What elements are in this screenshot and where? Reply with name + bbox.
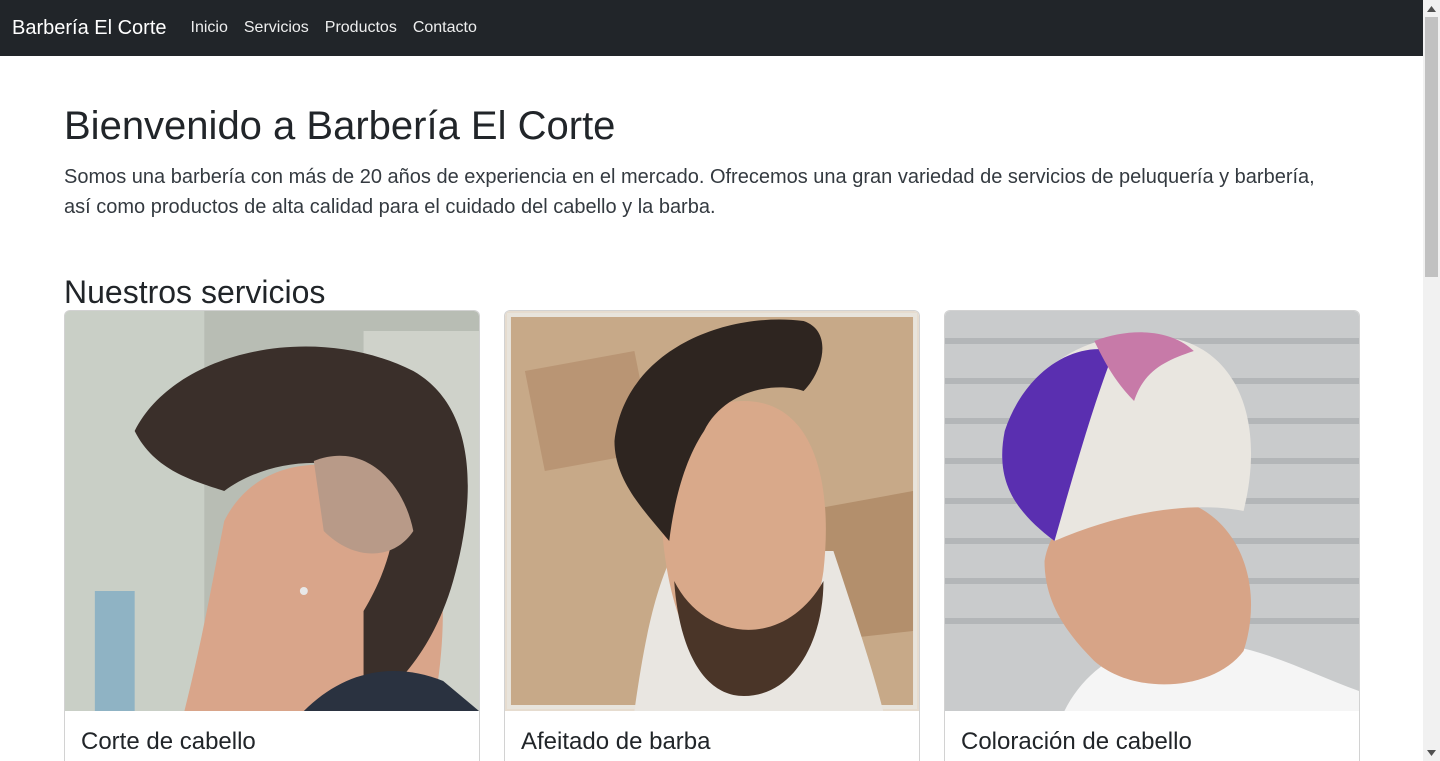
nav-link-inicio[interactable]: Inicio xyxy=(191,19,228,37)
beard-shave-image xyxy=(505,311,919,711)
navbar: Barbería El Corte Inicio Servicios Produ… xyxy=(0,0,1423,56)
main-container: Bienvenido a Barbería El Corte Somos una… xyxy=(64,56,1360,761)
service-card-title: Corte de cabello xyxy=(81,728,256,755)
scrollbar-thumb[interactable] xyxy=(1425,17,1438,277)
vertical-scrollbar[interactable] xyxy=(1423,0,1440,761)
services-heading: Nuestros servicios xyxy=(64,274,326,310)
nav-link-productos[interactable]: Productos xyxy=(325,19,397,37)
service-card-title: Afeitado de barba xyxy=(521,728,711,755)
brand-link[interactable]: Barbería El Corte xyxy=(12,17,167,40)
services-cards: Corte de cabello Afeitado de barba Color… xyxy=(64,310,1360,761)
service-card-beard-shave: Afeitado de barba xyxy=(504,310,920,761)
nav-link-contacto[interactable]: Contacto xyxy=(413,19,477,37)
hero-description: Somos una barbería con más de 20 años de… xyxy=(64,166,1315,218)
service-card-hair-coloring: Coloración de cabello xyxy=(944,310,1360,761)
nav-link-servicios[interactable]: Servicios xyxy=(244,19,309,37)
scroll-up-arrow-icon[interactable] xyxy=(1423,0,1440,17)
hair-coloring-image xyxy=(945,311,1359,711)
service-card-haircut: Corte de cabello xyxy=(64,310,480,761)
scroll-down-arrow-icon[interactable] xyxy=(1423,744,1440,761)
haircut-image xyxy=(65,311,479,711)
service-card-title: Coloración de cabello xyxy=(961,728,1192,755)
hero-title: Bienvenido a Barbería El Corte xyxy=(64,104,616,148)
